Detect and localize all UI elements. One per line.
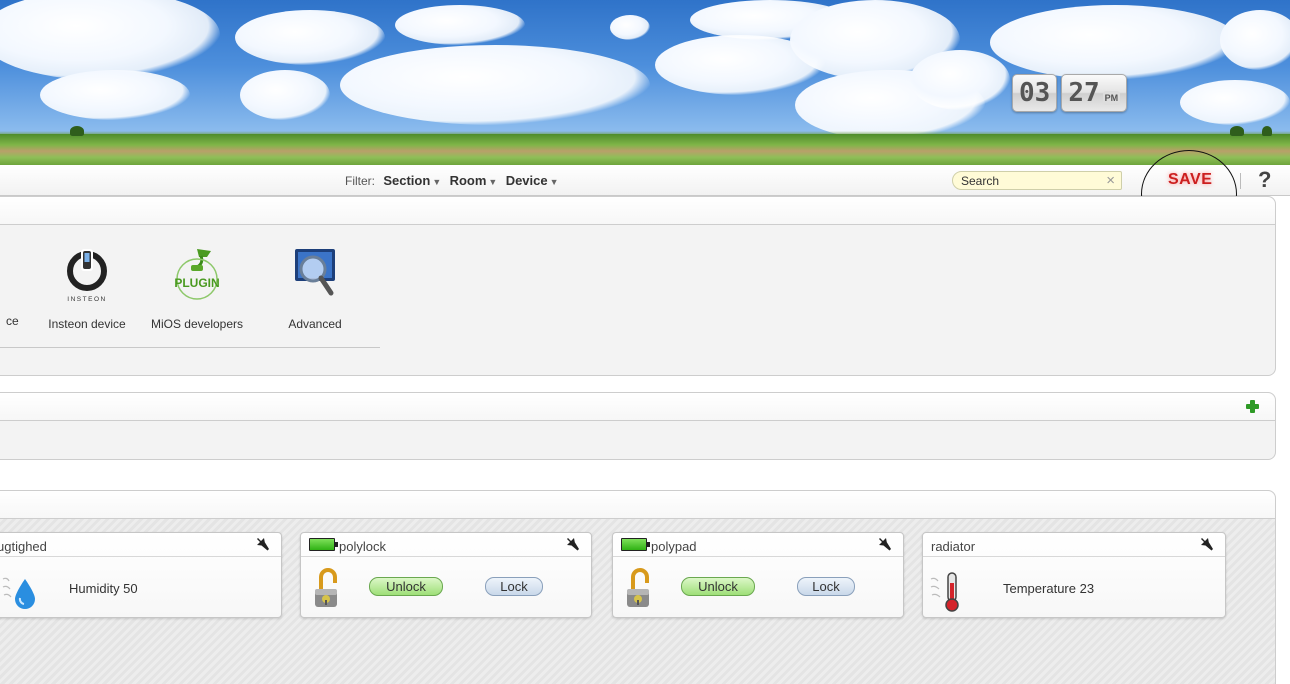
panel-header xyxy=(0,197,1275,225)
filter-section-dropdown[interactable]: Section ▼ xyxy=(383,173,441,188)
lock-icon xyxy=(315,568,337,607)
humidity-icon xyxy=(2,577,35,609)
category-advanced-label: Advanced xyxy=(288,317,342,331)
help-button[interactable]: ? xyxy=(1258,167,1271,193)
lock-icon xyxy=(627,568,649,607)
tree xyxy=(1262,126,1272,136)
cloud xyxy=(240,70,330,120)
cloud xyxy=(1220,10,1290,70)
battery-icon xyxy=(621,538,650,551)
card-header: radiator xyxy=(923,533,1225,557)
device-name: ugtighed xyxy=(0,539,47,554)
panel-header xyxy=(0,393,1275,421)
filter-bar: Filter: Section ▼ Room ▼ Device ▼ xyxy=(345,173,559,188)
category-label-truncated: ce xyxy=(6,314,19,328)
lock-button[interactable]: Lock xyxy=(797,577,855,596)
plugin-icon: PLUGIN xyxy=(174,249,220,300)
category-advanced[interactable]: Advanced xyxy=(260,247,370,332)
svg-text:INSTEON: INSTEON xyxy=(67,296,106,303)
category-insteon-device[interactable]: INSTEON Insteon device xyxy=(32,247,142,332)
wrench-icon[interactable] xyxy=(255,536,271,552)
card-header: ugtighed xyxy=(0,533,281,557)
temperature-icon xyxy=(930,572,959,612)
category-divider xyxy=(0,347,380,348)
card-header: polylock xyxy=(301,533,591,557)
device-card-ugtighed: ugtighed Humidity 50 xyxy=(0,532,282,618)
device-value: Temperature 23 xyxy=(1003,581,1095,596)
device-value: Humidity 50 xyxy=(69,581,138,596)
device-card-polylock: polylock Unlock Lock xyxy=(300,532,592,618)
device-name: polypad xyxy=(651,539,697,554)
device-card-polypad: polypad Unlock Lock xyxy=(612,532,904,618)
device-name: radiator xyxy=(931,539,976,554)
wrench-icon[interactable] xyxy=(1199,536,1215,552)
device-name: polylock xyxy=(339,539,386,554)
device-card-radiator: radiator Temperature 23 xyxy=(922,532,1226,618)
lock-button[interactable]: Lock xyxy=(485,577,543,596)
advanced-magnifier-icon xyxy=(295,249,335,296)
wrench-icon[interactable] xyxy=(565,536,581,552)
clock-minutes-text: 27 xyxy=(1068,78,1100,108)
add-icon[interactable] xyxy=(1246,400,1259,413)
tree xyxy=(70,126,84,136)
search-input[interactable] xyxy=(953,172,1093,189)
save-button[interactable]: SAVE xyxy=(1168,171,1212,189)
filter-device-label: Device xyxy=(505,173,548,188)
cloud xyxy=(340,45,650,125)
search-box: × xyxy=(952,171,1122,190)
wrench-icon[interactable] xyxy=(877,536,893,552)
card-header: polypad xyxy=(613,533,903,557)
clock-hours: 03 xyxy=(1012,74,1058,112)
clock-minutes: 27 PM xyxy=(1061,74,1128,112)
clock-hours-text: 03 xyxy=(1019,78,1051,108)
unlock-button[interactable]: Unlock xyxy=(681,577,755,596)
filter-label: Filter: xyxy=(345,174,375,188)
chevron-down-icon: ▼ xyxy=(488,177,498,187)
cloud xyxy=(1180,80,1290,125)
filter-section-label: Section xyxy=(383,173,431,188)
tree xyxy=(1230,126,1244,136)
chevron-down-icon: ▼ xyxy=(432,177,442,187)
battery-icon xyxy=(309,538,338,551)
cloud xyxy=(395,5,525,45)
unlock-button[interactable]: Unlock xyxy=(369,577,443,596)
filter-room-label: Room xyxy=(449,173,487,188)
cloud xyxy=(40,70,190,120)
cloud xyxy=(990,5,1240,80)
clear-icon[interactable]: × xyxy=(1106,172,1115,189)
category-mios-developers-label: MiOS developers xyxy=(150,317,244,331)
clock-ampm: PM xyxy=(1102,91,1121,105)
filter-room-dropdown[interactable]: Room ▼ xyxy=(450,173,498,188)
chevron-down-icon: ▼ xyxy=(549,177,559,187)
toolbar-divider xyxy=(1240,173,1241,189)
category-mios-developers[interactable]: PLUGIN MiOS developers xyxy=(142,247,252,332)
svg-text:PLUGIN: PLUGIN xyxy=(174,276,219,290)
cloud xyxy=(910,50,1010,110)
fields xyxy=(0,134,1290,165)
cloud xyxy=(0,0,220,80)
toolbar: Filter: Section▼ Room▼ Device▼ × SAVE ? xyxy=(0,165,1290,196)
cloud xyxy=(235,10,385,65)
panel-header xyxy=(0,491,1275,519)
clock: 03 27 PM xyxy=(1012,74,1128,114)
rooms-panel xyxy=(0,392,1276,460)
insteon-icon: INSTEON xyxy=(67,249,107,303)
filter-device-dropdown[interactable]: Device ▼ xyxy=(506,173,559,188)
category-insteon-device-label: Insteon device xyxy=(48,317,126,331)
cloud xyxy=(610,15,650,40)
